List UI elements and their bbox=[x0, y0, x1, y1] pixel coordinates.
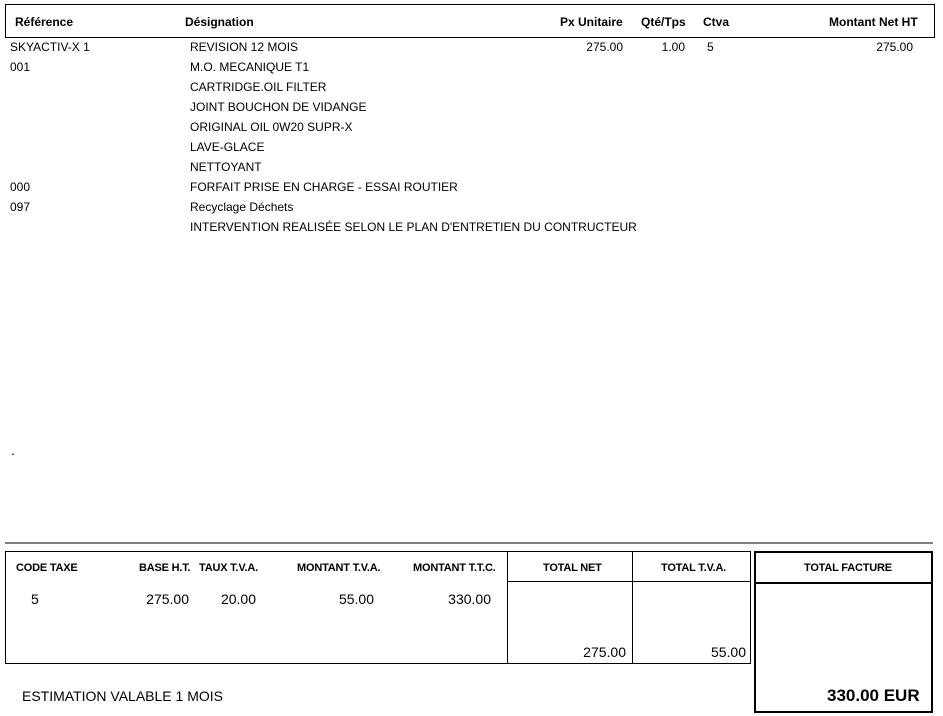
line-designation: M.O. MECANIQUE T1 bbox=[190, 60, 310, 74]
tax-header-montant-tva: MONTANT T.V.A. bbox=[297, 562, 381, 574]
line-px-unitaire: 275.00 bbox=[586, 40, 623, 54]
tax-ttc-value: 330.00 bbox=[448, 591, 491, 607]
tax-amount-value: 55.00 bbox=[338, 591, 374, 607]
line-reference: SKYACTIV-X 1 bbox=[10, 40, 90, 54]
tax-header-base-ht: BASE H.T. bbox=[139, 562, 191, 574]
col-header-qte-tps: Qté/Tps bbox=[641, 15, 686, 29]
line-montant: 275.00 bbox=[876, 40, 913, 54]
line-designation: INTERVENTION REALISÉE SELON LE PLAN D'EN… bbox=[190, 220, 637, 234]
line-designation: LAVE-GLACE bbox=[190, 140, 265, 154]
tax-header-code-taxe: CODE TAXE bbox=[16, 562, 78, 574]
tax-header-total-tva: TOTAL T.V.A. bbox=[661, 562, 727, 574]
line-designation: NETTOYANT bbox=[190, 160, 262, 174]
tax-header-total-net: TOTAL NET bbox=[543, 562, 602, 574]
col-header-ctva: Ctva bbox=[703, 15, 730, 29]
total-facture-rule bbox=[754, 582, 933, 584]
col-header-designation: Désignation bbox=[185, 15, 254, 29]
column-divider bbox=[507, 551, 508, 664]
tax-header-taux-tva: TAUX T.V.A. bbox=[199, 562, 258, 574]
section-divider bbox=[5, 542, 933, 544]
total-facture-value: 330.00 EUR bbox=[827, 686, 920, 705]
line-reference: 097 bbox=[10, 200, 31, 214]
line-designation: Recyclage Déchets bbox=[190, 200, 294, 214]
column-divider bbox=[632, 551, 633, 664]
tax-code-value: 5 bbox=[31, 591, 39, 607]
line-designation: JOINT BOUCHON DE VIDANGE bbox=[190, 100, 367, 114]
line-ctva: 5 bbox=[707, 40, 714, 54]
totals-header-rule bbox=[507, 581, 751, 582]
total-net-value: 275.00 bbox=[583, 644, 626, 660]
tax-header-montant-ttc: MONTANT T.T.C. bbox=[413, 562, 496, 574]
stray-dot: . bbox=[11, 442, 15, 458]
col-header-montant-net-ht: Montant Net HT bbox=[829, 15, 918, 29]
line-designation: FORFAIT PRISE EN CHARGE - ESSAI ROUTIER bbox=[190, 180, 458, 194]
tax-header-total-facture: TOTAL FACTURE bbox=[804, 562, 892, 574]
total-tva-value: 55.00 bbox=[710, 644, 746, 660]
line-designation: ORIGINAL OIL 0W20 SUPR-X bbox=[190, 120, 353, 134]
col-header-reference: Référence bbox=[15, 15, 74, 29]
col-header-px-unitaire: Px Unitaire bbox=[560, 15, 623, 29]
tax-base-value: 275.00 bbox=[146, 591, 189, 607]
estimation-note: ESTIMATION VALABLE 1 MOIS bbox=[22, 688, 223, 704]
tax-rate-value: 20.00 bbox=[220, 591, 256, 607]
line-designation: REVISION 12 MOIS bbox=[190, 40, 299, 54]
line-reference: 000 bbox=[10, 180, 31, 194]
line-qte: 1.00 bbox=[661, 40, 685, 54]
lines-header-frame bbox=[5, 4, 935, 38]
line-designation: CARTRIDGE.OIL FILTER bbox=[190, 80, 327, 94]
line-reference: 001 bbox=[10, 60, 31, 74]
